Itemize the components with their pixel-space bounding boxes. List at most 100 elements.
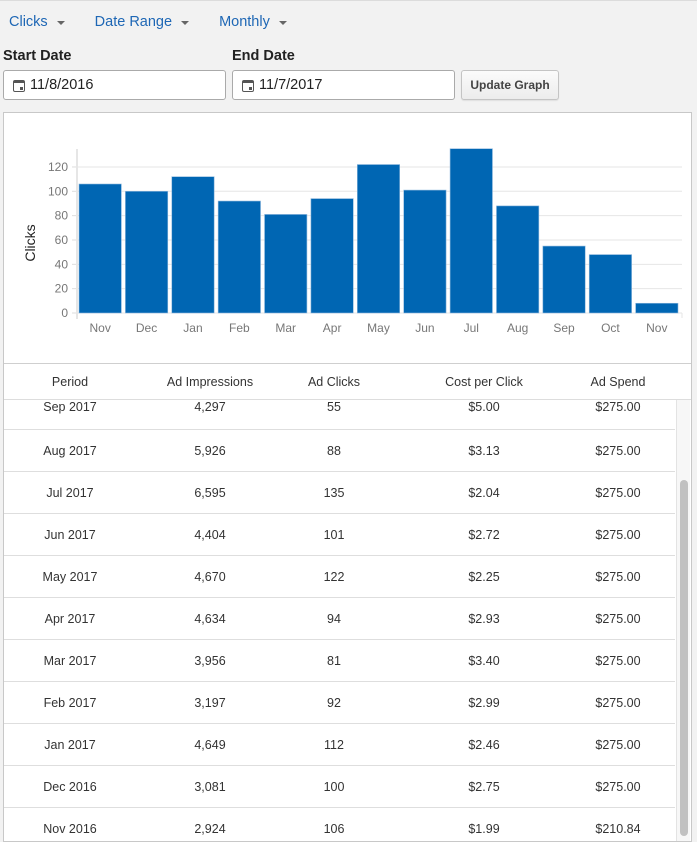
y-tick-label: 20 [55,282,69,296]
x-tick-label: Mar [275,321,296,335]
table-cell: Apr 2017 [44,611,96,626]
table-cell: 4,670 [194,569,226,584]
bar-jan-2 [171,176,215,314]
end-date-input[interactable]: 11/7/2017 [232,70,455,100]
end-date-value: 11/7/2017 [259,77,323,93]
date-range-dropdown[interactable]: Date Range [94,14,190,30]
table-cell: 81 [327,653,341,668]
bar-sep-10 [542,245,586,314]
bar-aug-9 [496,205,540,314]
table-row: Sep 2017 4,297 55 $5.00 $275.00 [4,400,675,430]
table-cell: $5.00 [468,400,500,414]
x-tick-label: Jun [415,321,434,335]
table-cell: 4,649 [194,737,226,752]
x-tick-label: Dec [136,321,157,335]
table-cell: $3.13 [468,443,500,458]
metric-dropdown[interactable]: Clicks [9,14,65,30]
table-cell: $275.00 [595,527,641,542]
column-header[interactable]: Ad Impressions [136,375,284,389]
table-body: Sep 2017 4,297 55 $5.00 $275.00 Aug 2017 5,926… [4,400,675,841]
y-tick-label: 80 [55,209,69,223]
table-cell: Nov 2016 [43,821,97,836]
table-cell: 55 [327,400,341,414]
table-cell: 100 [323,779,345,794]
date-range-dropdown-label: Date Range [94,14,173,30]
bar-may-6 [357,164,400,314]
x-tick-label: Sep [553,321,575,335]
table-row: Jul 2017 6,595 135 $2.04 $275.00 [4,472,675,514]
interval-dropdown[interactable]: Monthly [219,14,287,30]
column-header[interactable]: Period [4,375,136,389]
y-tick-label: 40 [55,257,69,271]
update-graph-button[interactable]: Update Graph [461,70,559,100]
table-cell: 94 [327,611,341,626]
x-tick-label: Nov [646,321,667,335]
calendar-icon [13,79,25,92]
end-date-label: End Date [232,48,295,64]
bar-jul-8 [449,148,493,314]
table-cell: Aug 2017 [43,443,97,458]
bar-nov-0 [78,183,122,314]
table-cell: $275.00 [595,695,641,710]
table-row: Nov 2016 2,924 106 $1.99 $210.84 [4,808,675,841]
metric-dropdown-label: Clicks [9,14,48,30]
table-scrollbar[interactable] [676,400,690,841]
table-cell: 101 [323,527,345,542]
table-row: Aug 2017 5,926 88 $3.13 $275.00 [4,430,675,472]
report-panel: 0 20 40 60 80 100 120 Clicks Nov Dec Jan Feb Mar Apr M… [3,112,692,842]
table-cell: $210.84 [595,821,641,836]
table-cell: $275.00 [595,400,641,414]
bar-oct-11 [588,254,632,314]
table-cell: $275.00 [595,443,641,458]
calendar-icon [242,79,254,92]
start-date-input[interactable]: 11/8/2016 [3,70,226,100]
table-cell: $2.04 [468,485,500,500]
table-cell: Jun 2017 [44,527,96,542]
table-row: May 2017 4,670 122 $2.25 $275.00 [4,556,675,598]
table-cell: 106 [323,821,345,836]
table-cell: Jul 2017 [46,485,94,500]
caret-down-icon [56,20,65,25]
x-tick-label: May [367,321,390,335]
table-row: Dec 2016 3,081 100 $2.75 $275.00 [4,766,675,808]
column-header[interactable]: Ad Clicks [284,375,384,389]
table-cell: 88 [327,443,341,458]
column-header[interactable]: Ad Spend [584,375,652,389]
table-cell: 4,297 [194,400,226,414]
table-cell: 3,081 [194,779,226,794]
table-cell: $3.40 [468,653,500,668]
interval-dropdown-label: Monthly [219,14,270,30]
x-tick-label: Aug [507,321,528,335]
table-cell: 5,926 [194,443,226,458]
table-cell: $2.93 [468,611,500,626]
table-cell: 4,634 [194,611,226,626]
scrollbar-thumb[interactable] [680,480,688,836]
table-cell: 4,404 [194,527,226,542]
y-tick-label: 0 [61,306,68,320]
table-row: Jun 2017 4,404 101 $2.72 $275.00 [4,514,675,556]
table-cell: $2.46 [468,737,500,752]
table-cell: $275.00 [595,485,641,500]
caret-down-icon [181,20,190,25]
table-row: Apr 2017 4,634 94 $2.93 $275.00 [4,598,675,640]
clicks-chart: 0 20 40 60 80 100 120 Clicks Nov Dec Jan Feb Mar Apr M… [4,113,691,363]
table-cell: 3,197 [194,695,226,710]
table-cell: Feb 2017 [43,695,97,710]
x-tick-label: Nov [90,321,111,335]
y-tick-label: 100 [48,184,68,198]
y-tick-label: 120 [48,160,68,174]
table-row: Jan 2017 4,649 112 $2.46 $275.00 [4,724,675,766]
start-date-value: 11/8/2016 [30,77,94,93]
chart-svg: 0 20 40 60 80 100 120 Clicks Nov Dec Jan Feb Mar Apr M… [22,148,683,335]
table-cell: $275.00 [595,611,641,626]
table-cell: $275.00 [595,737,641,752]
bar-nov-12 [635,302,679,314]
column-header[interactable]: Cost per Click [384,375,584,389]
table-row: Mar 2017 3,956 81 $3.40 $275.00 [4,640,675,682]
table-cell: $2.75 [468,779,500,794]
table-cell: Sep 2017 [43,400,97,414]
table-cell: $2.72 [468,527,500,542]
table-cell: $275.00 [595,779,641,794]
table-cell: $275.00 [595,569,641,584]
x-tick-label: Feb [229,321,250,335]
